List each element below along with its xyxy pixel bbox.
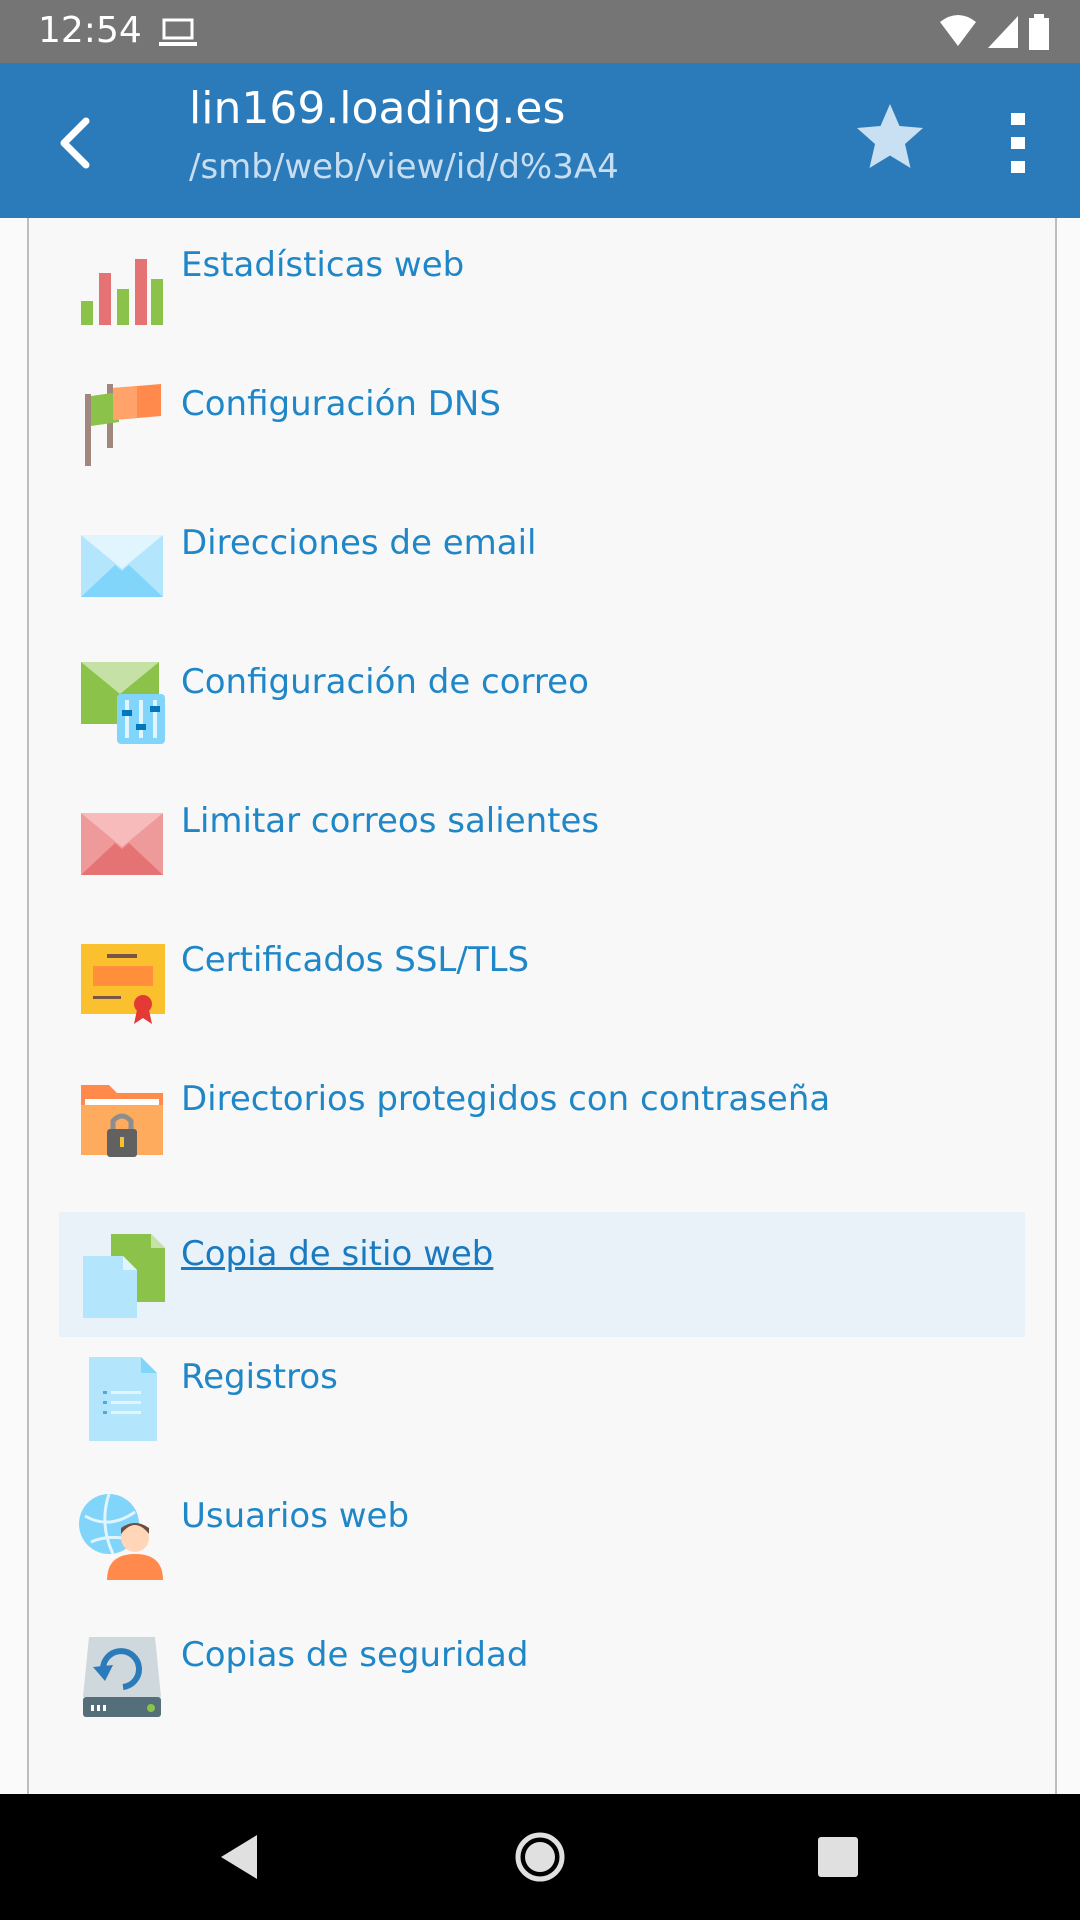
- menu-item-label: Limitar correos salientes: [181, 801, 600, 841]
- chevron-left-icon[interactable]: [50, 103, 100, 183]
- menu-item-backups[interactable]: Copias de seguridad: [59, 1613, 1025, 1738]
- menu-item-dns[interactable]: Configuración DNS: [59, 362, 1025, 487]
- menu-item-label: Usuarios web: [181, 1496, 410, 1536]
- menu-item-protected-dirs[interactable]: Directorios protegidos con contraseña: [59, 1057, 1025, 1182]
- locked-folder-icon: [81, 1085, 163, 1157]
- status-time: 12:54: [38, 10, 142, 51]
- menu-item-mail-settings[interactable]: Configuración de correo: [59, 640, 1025, 765]
- copy-files-icon: [83, 1234, 165, 1318]
- nav-back-icon[interactable]: [209, 1827, 269, 1887]
- menu-item-label: Certificados SSL/TLS: [181, 940, 530, 980]
- star-icon[interactable]: [850, 98, 930, 178]
- envelope-red-icon: [81, 813, 163, 875]
- backup-drive-icon: [83, 1637, 161, 1717]
- menu-item-ssl[interactable]: Certificados SSL/TLS: [59, 918, 1025, 1043]
- system-icons: [938, 14, 1050, 50]
- menu-item-label: Registros: [181, 1357, 338, 1397]
- battery-icon: [1029, 14, 1049, 50]
- menu-item-label: Direcciones de email: [181, 523, 537, 563]
- mail-settings-icon: [81, 662, 165, 744]
- menu-item-label: Copias de seguridad: [181, 1635, 529, 1675]
- status-bar: 12:54: [0, 0, 1080, 63]
- flags-icon: [85, 384, 161, 466]
- menu-item-limit-mail[interactable]: Limitar correos salientes: [59, 779, 1025, 904]
- wifi-icon: [940, 15, 976, 46]
- menu-item-web-users[interactable]: Usuarios web: [59, 1474, 1025, 1599]
- page-title: lin169.loading.es: [189, 83, 566, 134]
- certificate-icon: [81, 944, 165, 1024]
- app-bar: lin169.loading.es /smb/web/view/id/d%3A4: [0, 63, 1080, 218]
- menu-item-label: Directorios protegidos con contraseña: [181, 1079, 831, 1119]
- menu-item-site-copy[interactable]: Copia de sitio web: [59, 1212, 1025, 1337]
- menu-item-estadisticas[interactable]: Estadísticas web: [59, 223, 1025, 348]
- envelope-blue-icon: [81, 535, 163, 597]
- menu-item-label: Configuración de correo: [181, 662, 589, 702]
- navigation-bar: [0, 1794, 1080, 1920]
- log-document-icon: [89, 1357, 157, 1441]
- web-tools-panel: Estadísticas web Configuración DNS Direc…: [27, 218, 1057, 1794]
- nav-home-icon[interactable]: [510, 1827, 570, 1887]
- laptop-icon: [159, 18, 197, 46]
- menu-item-label: Copia de sitio web: [181, 1234, 494, 1274]
- overflow-menu-icon[interactable]: [1000, 108, 1036, 178]
- page-url: /smb/web/view/id/d%3A4: [189, 147, 619, 187]
- bar-chart-icon: [81, 259, 163, 325]
- menu-item-label: Configuración DNS: [181, 384, 501, 424]
- menu-item-logs[interactable]: Registros: [59, 1335, 1025, 1460]
- menu-item-label: Estadísticas web: [181, 245, 465, 285]
- menu-item-email[interactable]: Direcciones de email: [59, 501, 1025, 626]
- signal-icon: [988, 16, 1018, 48]
- nav-recents-icon[interactable]: [808, 1827, 868, 1887]
- web-user-icon: [79, 1494, 163, 1580]
